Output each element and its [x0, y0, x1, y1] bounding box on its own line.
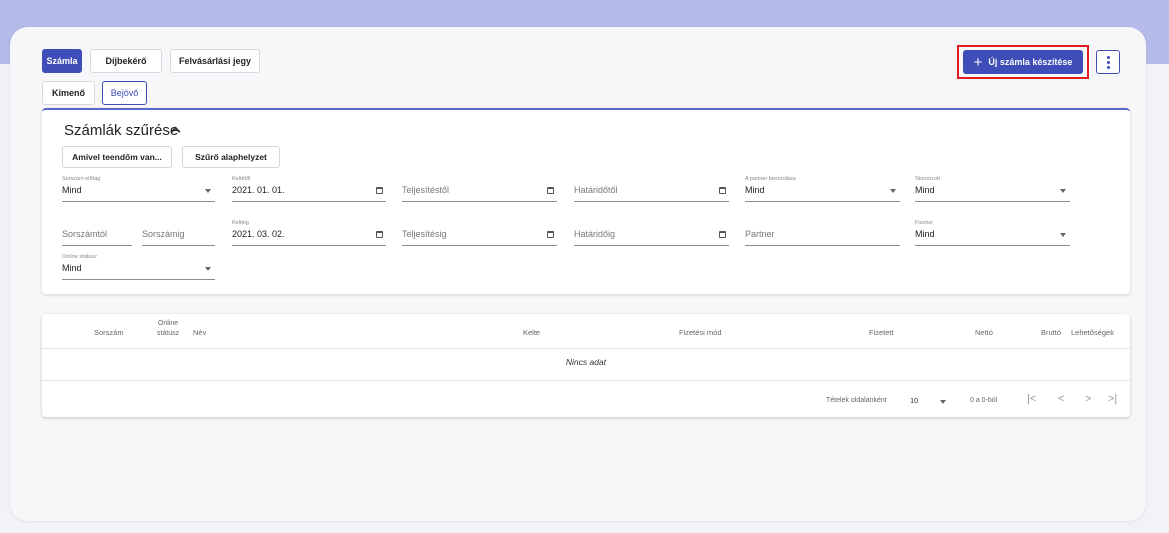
- chevron-down-icon: [890, 189, 896, 193]
- filter-title: Számlák szűrése: [64, 122, 179, 139]
- tab-bejovo[interactable]: Bejövő: [102, 81, 147, 105]
- serial-from-input[interactable]: Sorszámtól: [62, 220, 132, 246]
- empty-message: Nincs adat: [565, 357, 607, 367]
- col-header-pay-method[interactable]: Fizetési mód: [679, 328, 722, 337]
- cancelled-select[interactable]: Stornózott Mind: [915, 176, 1070, 202]
- col-header-name[interactable]: Név: [193, 328, 206, 337]
- col-header-options: Lehetőségek: [1071, 328, 1114, 337]
- reset-filter-button[interactable]: Szűrő alaphelyzet: [182, 146, 280, 168]
- invoice-table: Sorszám Online státusz Név Kelte Fizetés…: [42, 314, 1130, 417]
- chevron-down-icon: [1060, 189, 1066, 193]
- tab-dijbekero[interactable]: Díjbekérő: [90, 49, 162, 73]
- serial-to-input[interactable]: Sorszámig: [142, 220, 215, 246]
- performance-from-field[interactable]: Teljesítéstől: [402, 176, 557, 202]
- items-per-page-select[interactable]: 10: [910, 396, 918, 405]
- partner-input[interactable]: Partner: [745, 220, 900, 246]
- last-page-icon[interactable]: >|: [1108, 393, 1117, 405]
- prefix-select[interactable]: Sorszám előtag Mind: [62, 176, 215, 202]
- plus-icon: +: [973, 53, 983, 71]
- calendar-icon[interactable]: [547, 231, 554, 238]
- due-to-field[interactable]: Határidőig: [574, 220, 729, 246]
- tab-szamla[interactable]: Számla: [42, 49, 82, 73]
- tab-kimeno[interactable]: Kimenő: [42, 81, 95, 105]
- more-options-button[interactable]: [1096, 50, 1120, 74]
- chevron-down-icon: [1060, 233, 1066, 237]
- col-header-serial[interactable]: Sorszám: [94, 328, 124, 337]
- filter-panel: Számlák szűrése Amivel teendőm van... Sz…: [42, 108, 1130, 294]
- todo-filter-button[interactable]: Amivel teendőm van...: [62, 146, 172, 168]
- calendar-icon[interactable]: [547, 187, 554, 194]
- col-header-issued[interactable]: Kelte: [523, 328, 540, 337]
- due-from-field[interactable]: Határidőtől: [574, 176, 729, 202]
- issued-from-field[interactable]: Keltétől 2021. 01. 01.: [232, 176, 386, 202]
- new-invoice-highlight: + Új számla készítése: [957, 45, 1089, 79]
- more-vertical-icon: [1106, 55, 1110, 59]
- first-page-icon[interactable]: |<: [1027, 393, 1036, 405]
- prev-page-icon[interactable]: <: [1058, 393, 1064, 405]
- partner-class-select[interactable]: A partner besorolása Mind: [745, 176, 900, 202]
- issued-to-field[interactable]: Keltéig 2021. 03. 02.: [232, 220, 386, 246]
- calendar-icon[interactable]: [719, 231, 726, 238]
- col-header-online-status[interactable]: Online státusz: [148, 319, 188, 339]
- new-invoice-label: Új számla készítése: [988, 57, 1073, 67]
- paid-select[interactable]: Fizetve Mind: [915, 220, 1070, 246]
- col-header-net[interactable]: Nettó: [975, 328, 993, 337]
- divider: [42, 380, 1130, 381]
- chevron-down-icon: [205, 267, 211, 271]
- next-page-icon[interactable]: >: [1085, 393, 1091, 405]
- calendar-icon[interactable]: [376, 231, 383, 238]
- new-invoice-button[interactable]: + Új számla készítése: [963, 50, 1083, 74]
- chevron-down-icon: [205, 189, 211, 193]
- calendar-icon[interactable]: [719, 187, 726, 194]
- col-header-paid[interactable]: Fizetett: [869, 328, 894, 337]
- items-per-page-label: Tételek oldalanként: [826, 397, 887, 404]
- col-header-gross[interactable]: Bruttó: [1041, 328, 1061, 337]
- tab-felvasarlasi-jegy[interactable]: Felvásárlási jegy: [170, 49, 260, 73]
- performance-to-field[interactable]: Teljesítésig: [402, 220, 557, 246]
- online-status-select[interactable]: Online státusz Mind: [62, 254, 215, 280]
- page-range-label: 0 a 0-ból: [970, 397, 998, 404]
- divider: [42, 348, 1130, 349]
- calendar-icon[interactable]: [376, 187, 383, 194]
- chevron-down-icon[interactable]: [940, 400, 946, 404]
